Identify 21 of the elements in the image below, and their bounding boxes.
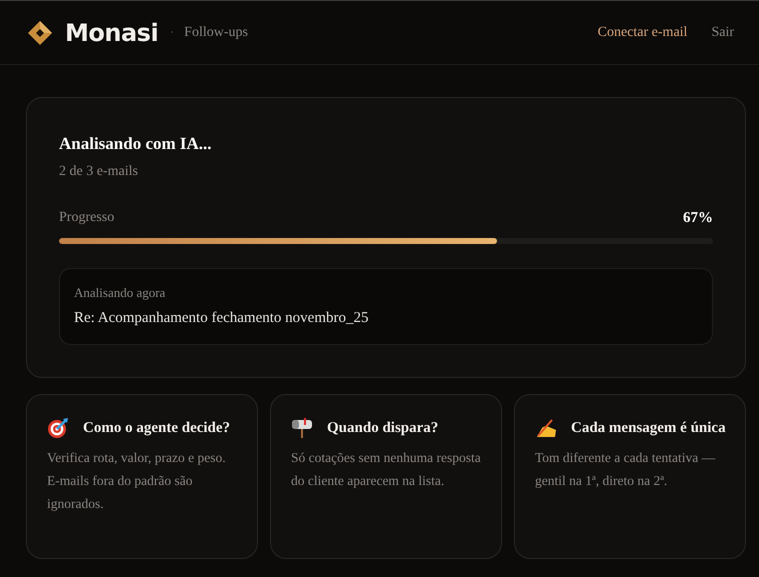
target-icon <box>47 417 69 439</box>
section-title: Follow-ups <box>184 24 248 40</box>
progress-percent: 67% <box>683 210 713 227</box>
nav-link[interactable]: Sair <box>711 24 734 40</box>
mailbox-icon <box>291 417 313 439</box>
card-title: Como o agente decide? <box>83 419 230 438</box>
brand-name: Monasi <box>65 18 158 46</box>
email-subject: Re: Acompanhamento fechamento novembro_25 <box>74 310 370 327</box>
separator: · <box>170 25 174 40</box>
card-title: Cada mensagem é única <box>571 419 726 438</box>
card-title: Analisando com IA... <box>59 134 213 154</box>
current-label: Analisando agora <box>74 285 166 301</box>
nav-link[interactable]: Conectar e-mail <box>598 24 688 40</box>
card-description: Verifica rota, valor, prazo e peso. E-mails fora do padrão são ignorados. <box>47 449 227 513</box>
card-description: Tom diferente a cada tentativa — gentil na 1ª, direto na 2ª. <box>535 449 716 490</box>
card-description: Só cotações sem nenhuma resposta do cliente aparecem na lista. <box>291 449 482 490</box>
progress-label: Progresso <box>59 210 114 227</box>
logo-icon <box>27 20 53 46</box>
writing-hand-icon <box>535 417 557 439</box>
email-count: 2 de 3 e-mails <box>59 164 139 180</box>
card-title: Quando dispara? <box>327 419 438 438</box>
